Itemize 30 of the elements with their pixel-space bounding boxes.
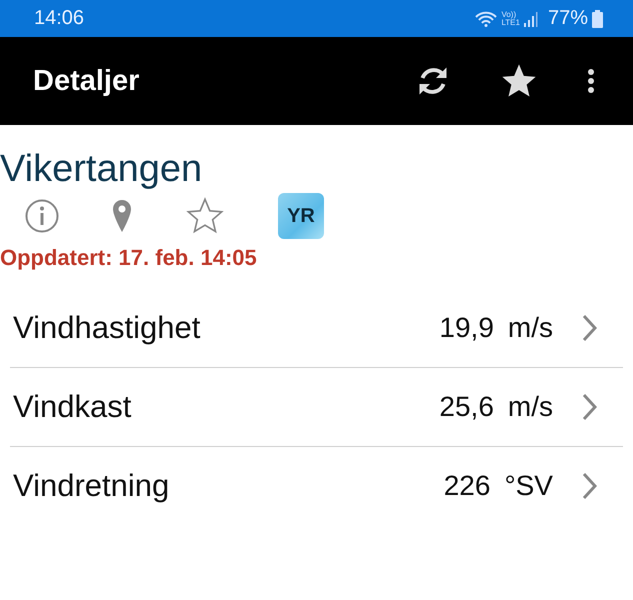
volte-label: Vo)) bbox=[501, 10, 518, 18]
measurement-value: 19,9 bbox=[439, 312, 494, 344]
measurement-value: 226 bbox=[444, 470, 490, 502]
measurement-unit: m/s bbox=[508, 312, 553, 344]
info-icon[interactable] bbox=[24, 198, 60, 234]
measurement-row[interactable]: Vindkast 25,6 m/s bbox=[10, 368, 623, 447]
location-pin-icon[interactable] bbox=[110, 198, 134, 234]
measurement-row[interactable]: Vindhastighet 19,9 m/s bbox=[10, 289, 623, 368]
yr-logo[interactable]: YR bbox=[278, 193, 324, 239]
measurement-unit: °SV bbox=[504, 470, 553, 502]
battery-percent: 77% bbox=[548, 7, 588, 30]
station-name: Vikertangen bbox=[0, 147, 204, 191]
favorite-star-icon[interactable] bbox=[184, 196, 226, 236]
network-label: LTE1 bbox=[501, 18, 520, 26]
more-icon[interactable] bbox=[587, 68, 595, 94]
measurement-label: Vindkast bbox=[13, 389, 132, 425]
status-time: 14:06 bbox=[34, 7, 84, 30]
signal-icon bbox=[524, 10, 538, 26]
measurement-row[interactable]: Vindretning 226 °SV bbox=[10, 447, 623, 525]
measurement-value: 25,6 bbox=[439, 391, 494, 423]
chevron-icon bbox=[581, 393, 597, 421]
battery-icon bbox=[592, 10, 603, 28]
measurement-unit: m/s bbox=[508, 391, 553, 423]
measurement-label: Vindhastighet bbox=[13, 310, 202, 346]
app-bar-title: Detaljer bbox=[33, 64, 140, 98]
chevron-icon bbox=[581, 472, 597, 500]
wifi-icon bbox=[475, 10, 498, 26]
measurement-label: Vindretning bbox=[13, 468, 170, 504]
updated-text: Oppdatert: 17. feb. 14:05 bbox=[0, 244, 258, 271]
chevron-icon bbox=[581, 314, 597, 342]
